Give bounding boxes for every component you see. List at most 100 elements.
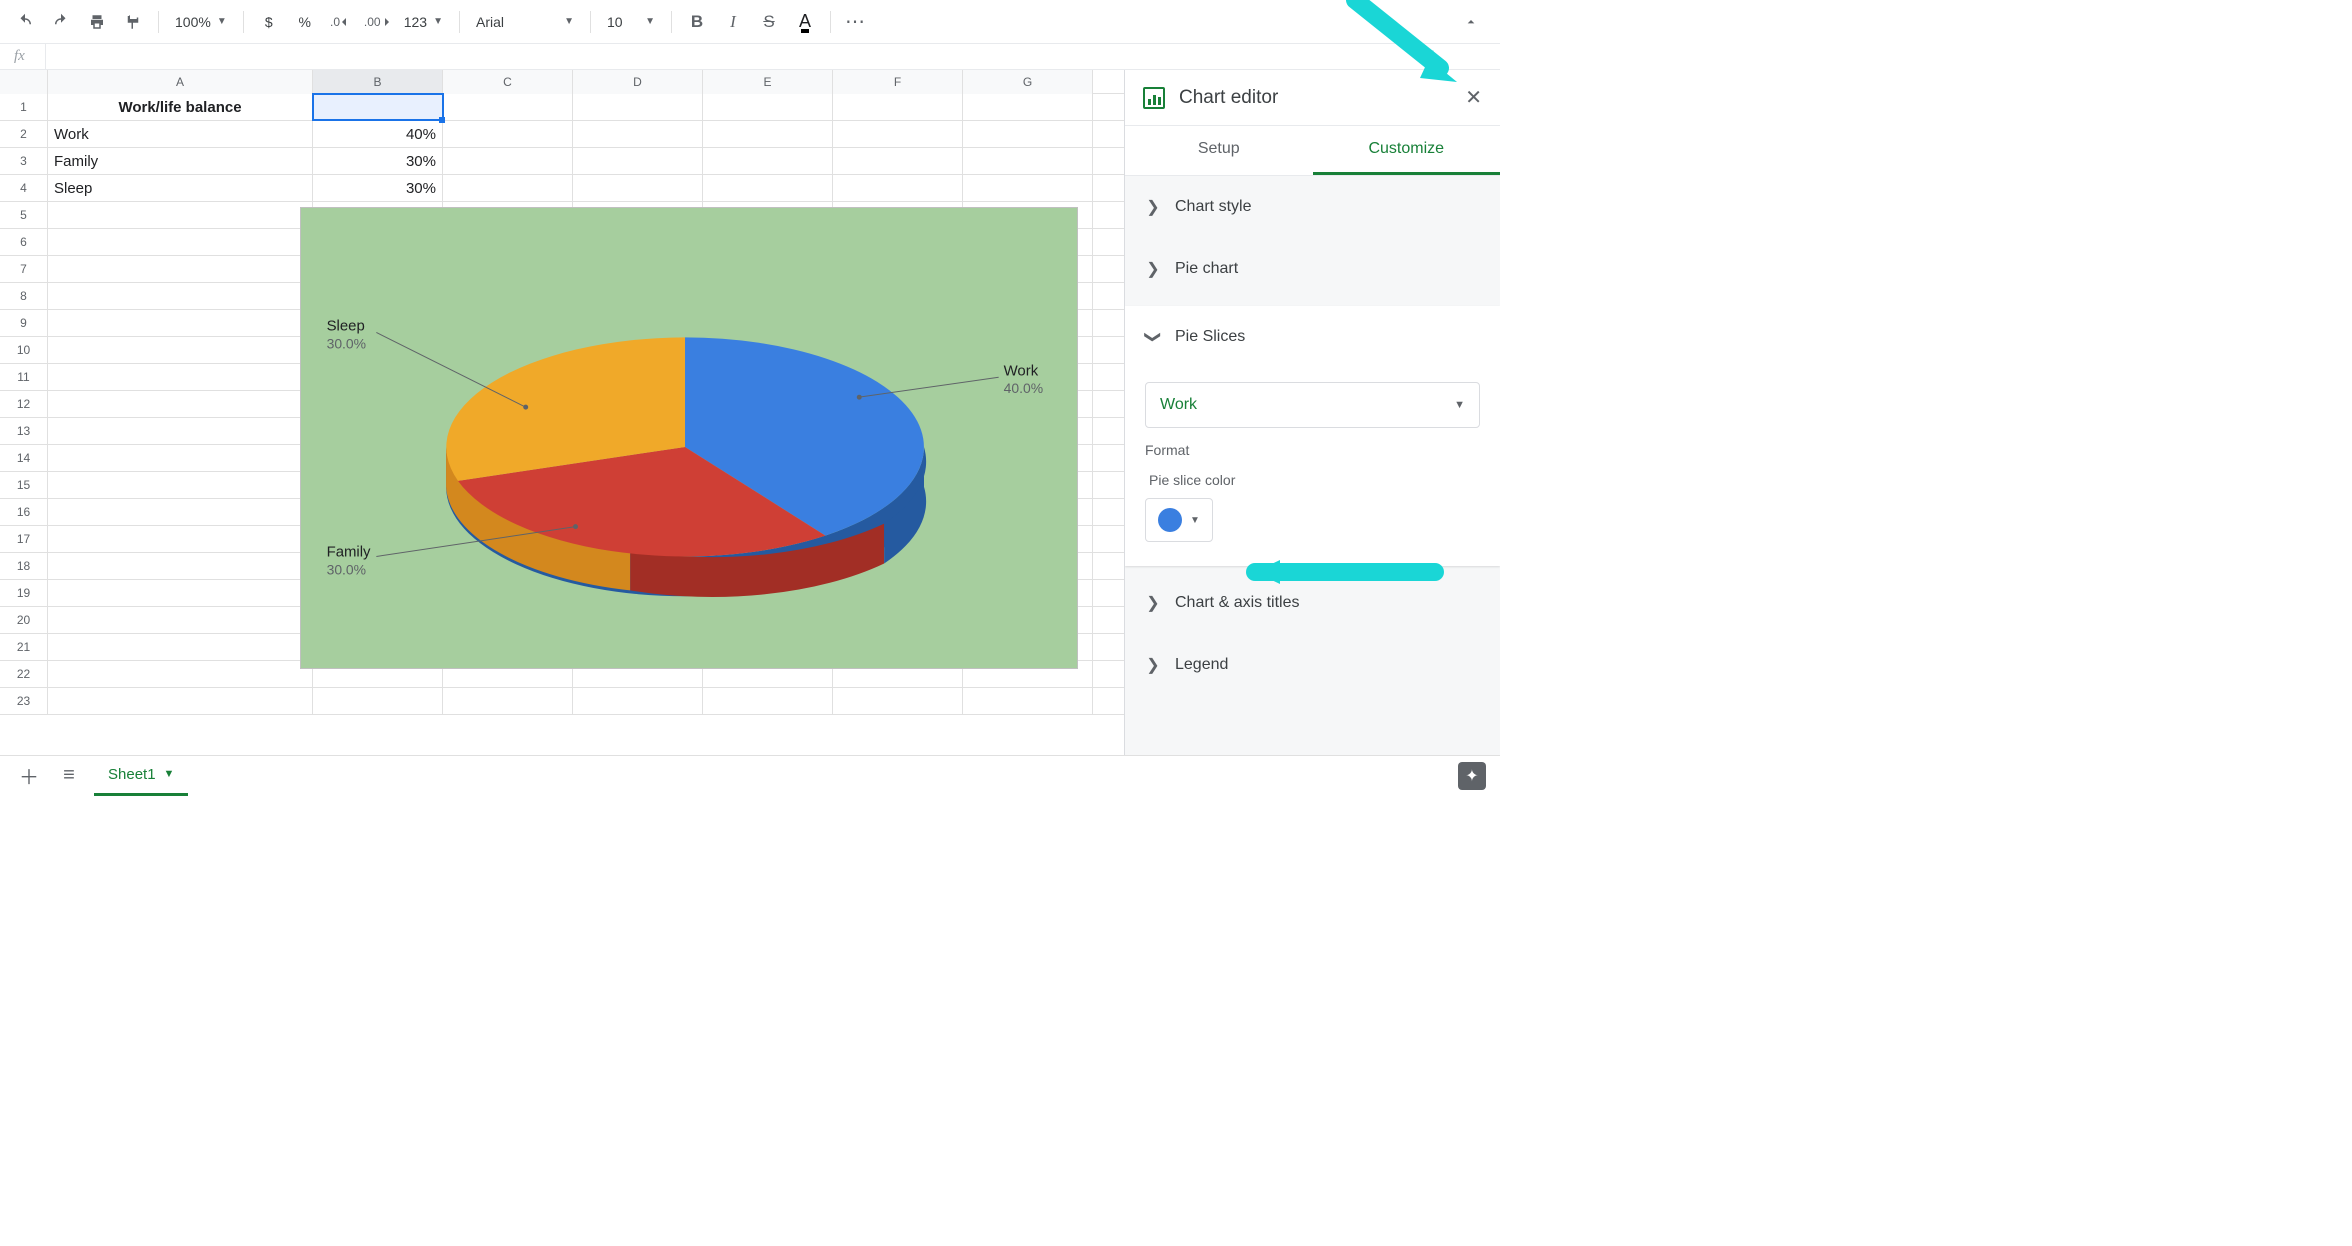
cell-F23[interactable] xyxy=(833,688,963,714)
row-header[interactable]: 7 xyxy=(0,256,48,282)
bold-button[interactable]: B xyxy=(682,7,712,37)
slice-select[interactable]: Work ▼ xyxy=(1145,382,1480,428)
close-button[interactable]: ✕ xyxy=(1465,85,1482,110)
cell-A21[interactable] xyxy=(48,634,313,660)
row-header[interactable]: 21 xyxy=(0,634,48,660)
section-chart-style[interactable]: ❯ Chart style xyxy=(1125,176,1500,238)
cell-G4[interactable] xyxy=(963,175,1093,201)
row-header[interactable]: 20 xyxy=(0,607,48,633)
cell-B23[interactable] xyxy=(313,688,443,714)
col-header-C[interactable]: C xyxy=(443,70,573,94)
row-header[interactable]: 10 xyxy=(0,337,48,363)
col-header-E[interactable]: E xyxy=(703,70,833,94)
add-sheet-button[interactable]: ＋ xyxy=(14,761,44,791)
zoom-select[interactable]: 100% ▼ xyxy=(169,7,233,37)
text-color-button[interactable]: A xyxy=(790,7,820,37)
print-button[interactable] xyxy=(82,7,112,37)
all-sheets-button[interactable]: ≡ xyxy=(54,761,84,791)
row-header[interactable]: 17 xyxy=(0,526,48,552)
row-header[interactable]: 12 xyxy=(0,391,48,417)
increase-decimal-button[interactable]: .00 xyxy=(362,7,392,37)
cell-E3[interactable] xyxy=(703,148,833,174)
row-header[interactable]: 11 xyxy=(0,364,48,390)
cell-A2[interactable]: Work xyxy=(48,121,313,147)
section-chart-axis-titles[interactable]: ❯ Chart & axis titles xyxy=(1125,572,1500,634)
font-select[interactable]: Arial ▼ xyxy=(470,7,580,37)
cell-A20[interactable] xyxy=(48,607,313,633)
font-size-select[interactable]: 10 ▼ xyxy=(601,7,661,37)
cell-E23[interactable] xyxy=(703,688,833,714)
cell-D1[interactable] xyxy=(573,94,703,120)
col-header-D[interactable]: D xyxy=(573,70,703,94)
cell-G23[interactable] xyxy=(963,688,1093,714)
section-toggle[interactable]: ❯ Pie Slices xyxy=(1125,306,1500,368)
italic-button[interactable]: I xyxy=(718,7,748,37)
col-header-A[interactable]: A xyxy=(48,70,313,94)
row-header[interactable]: 9 xyxy=(0,310,48,336)
cell-B4[interactable]: 30% xyxy=(313,175,443,201)
row-header[interactable]: 5 xyxy=(0,202,48,228)
cell-A15[interactable] xyxy=(48,472,313,498)
cell-A11[interactable] xyxy=(48,364,313,390)
cell-A17[interactable] xyxy=(48,526,313,552)
row-header[interactable]: 8 xyxy=(0,283,48,309)
cell-F4[interactable] xyxy=(833,175,963,201)
format-percent-button[interactable]: % xyxy=(290,7,320,37)
cell-D3[interactable] xyxy=(573,148,703,174)
more-formats-select[interactable]: 123 ▼ xyxy=(398,7,449,37)
cell-D4[interactable] xyxy=(573,175,703,201)
sheet-tab[interactable]: Sheet1 ▼ xyxy=(94,756,188,796)
cell-A8[interactable] xyxy=(48,283,313,309)
cell-A23[interactable] xyxy=(48,688,313,714)
row-header[interactable]: 2 xyxy=(0,121,48,147)
row-header[interactable]: 14 xyxy=(0,445,48,471)
cell-D23[interactable] xyxy=(573,688,703,714)
spreadsheet-grid[interactable]: A B C D E F G 1Work/life balance2Work40%… xyxy=(0,70,1124,755)
strikethrough-button[interactable]: S xyxy=(754,7,784,37)
embedded-chart[interactable]: Work 40.0% Family 30.0% Sleep 30.0% xyxy=(300,207,1078,669)
cell-C1[interactable] xyxy=(443,94,573,120)
row-header[interactable]: 19 xyxy=(0,580,48,606)
cell-C3[interactable] xyxy=(443,148,573,174)
row-header[interactable]: 15 xyxy=(0,472,48,498)
paint-format-button[interactable] xyxy=(118,7,148,37)
row-header[interactable]: 13 xyxy=(0,418,48,444)
cell-A12[interactable] xyxy=(48,391,313,417)
cell-A18[interactable] xyxy=(48,553,313,579)
row-header[interactable]: 6 xyxy=(0,229,48,255)
cell-A4[interactable]: Sleep xyxy=(48,175,313,201)
cell-D2[interactable] xyxy=(573,121,703,147)
formula-bar[interactable]: fx xyxy=(0,44,1500,70)
cell-F2[interactable] xyxy=(833,121,963,147)
toolbar-overflow-button[interactable]: ⋯ xyxy=(841,7,871,37)
cell-A16[interactable] xyxy=(48,499,313,525)
explore-button[interactable]: ✦ xyxy=(1458,762,1486,790)
row-header[interactable]: 22 xyxy=(0,661,48,687)
cell-C2[interactable] xyxy=(443,121,573,147)
collapse-toolbar-button[interactable] xyxy=(1456,7,1486,37)
redo-button[interactable] xyxy=(46,7,76,37)
cell-A22[interactable] xyxy=(48,661,313,687)
tab-setup[interactable]: Setup xyxy=(1125,126,1313,175)
row-header[interactable]: 3 xyxy=(0,148,48,174)
decrease-decimal-button[interactable]: .0 xyxy=(326,7,356,37)
cell-E1[interactable] xyxy=(703,94,833,120)
cell-A3[interactable]: Family xyxy=(48,148,313,174)
col-header-B[interactable]: B xyxy=(313,70,443,94)
cell-A10[interactable] xyxy=(48,337,313,363)
row-header[interactable]: 23 xyxy=(0,688,48,714)
section-legend[interactable]: ❯ Legend xyxy=(1125,634,1500,696)
cell-G2[interactable] xyxy=(963,121,1093,147)
row-header[interactable]: 16 xyxy=(0,499,48,525)
cell-A5[interactable] xyxy=(48,202,313,228)
col-header-G[interactable]: G xyxy=(963,70,1093,94)
cell-B2[interactable]: 40% xyxy=(313,121,443,147)
cell-B3[interactable]: 30% xyxy=(313,148,443,174)
tab-customize[interactable]: Customize xyxy=(1313,126,1501,175)
cell-E2[interactable] xyxy=(703,121,833,147)
cell-C23[interactable] xyxy=(443,688,573,714)
row-header[interactable]: 1 xyxy=(0,94,48,120)
cell-A14[interactable] xyxy=(48,445,313,471)
cell-G3[interactable] xyxy=(963,148,1093,174)
col-header-F[interactable]: F xyxy=(833,70,963,94)
